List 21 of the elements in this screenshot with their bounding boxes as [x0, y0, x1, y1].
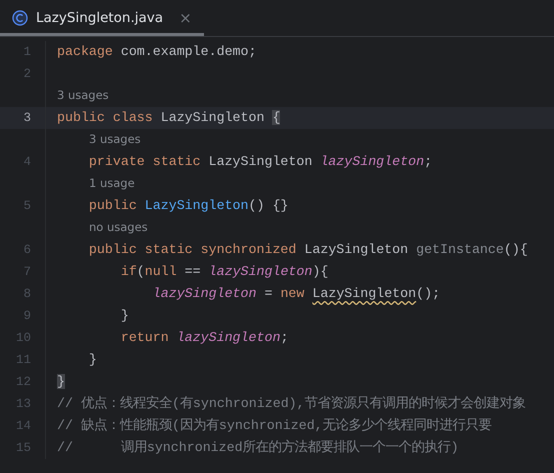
code-line: }	[120, 307, 129, 326]
class-icon	[12, 10, 28, 26]
line-number: 3	[23, 110, 31, 125]
code-line: return lazySingleton;	[120, 329, 288, 348]
code-line: public class LazySingleton {	[57, 109, 280, 128]
code-line: if(null == lazySingleton){	[120, 263, 328, 282]
usage-hint[interactable]: no usages	[89, 219, 148, 237]
file-tab[interactable]: LazySingleton.java ×	[0, 0, 204, 36]
usage-hint[interactable]: 3 usages	[57, 87, 109, 105]
code-line: public static synchronized LazySingleton getInstance(){	[88, 241, 528, 260]
close-button[interactable]: ×	[179, 6, 192, 30]
code-line: private static LazySingleton lazySingleton;	[88, 153, 432, 172]
code-comment: // 缺点：性能瓶颈(因为有synchronized,无论多少个线程同时进行只要	[57, 416, 492, 436]
code-comment: // 优点：线程安全(有synchronized),节省资源只有调用的时候才会创建对象	[57, 394, 526, 414]
usage-hint[interactable]: 3 usages	[89, 131, 141, 149]
code-line: package com.example.demo;	[57, 43, 256, 62]
code-line: lazySingleton = new LazySingleton();	[152, 285, 440, 304]
code-line: public LazySingleton() {}	[88, 197, 288, 216]
code-comment: // 调用synchronized所在的方法都要排队一个一个的执行)	[57, 438, 459, 458]
usage-hint[interactable]: 1 usage	[89, 175, 135, 193]
code-line: }	[88, 351, 97, 370]
